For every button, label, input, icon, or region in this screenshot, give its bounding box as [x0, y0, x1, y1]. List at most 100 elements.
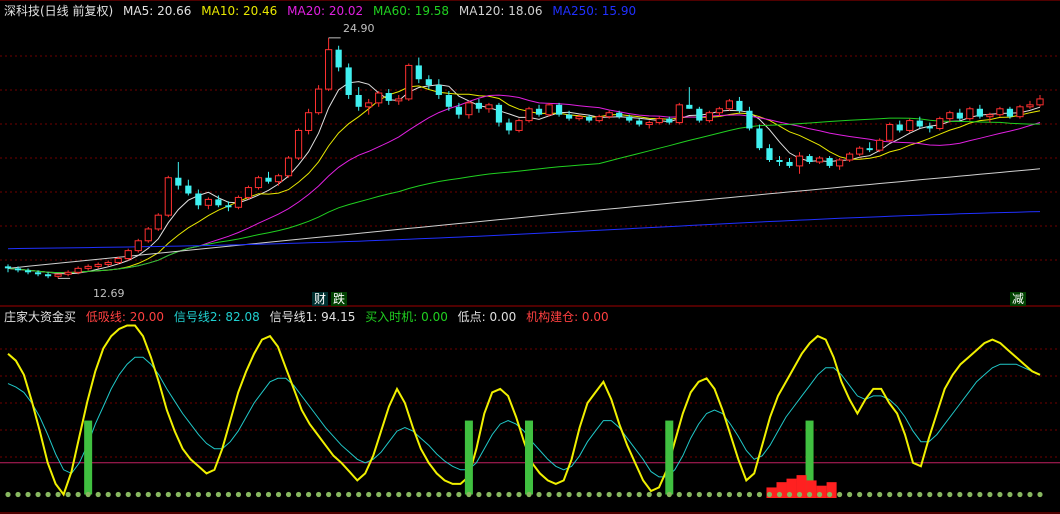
candle-body: [154, 214, 162, 230]
candle-body: [485, 104, 493, 110]
baseline-dot: [736, 491, 743, 498]
candle: [725, 98, 734, 111]
candle-body: [395, 98, 403, 102]
baseline-dot: [1017, 491, 1023, 498]
candle-body: [465, 102, 473, 116]
baseline-dot: [235, 491, 242, 498]
indicator-legend: 庄家大资金买 低吸线: 20.00 信号线2: 82.08 信号线1: 94.1…: [4, 309, 615, 325]
baseline-dot: [867, 491, 873, 498]
main-legend: 深科技(日线 前复权) MA5: 20.66 MA10: 20.46 MA20:…: [4, 3, 642, 19]
candle-body: [505, 122, 513, 131]
candle-body: [666, 118, 673, 123]
candle-body: [996, 108, 1004, 116]
baseline-dot: [806, 491, 813, 498]
ma250-label: MA250: 15.90: [552, 4, 637, 18]
baseline-dot: [15, 491, 21, 498]
candle-body: [936, 118, 944, 129]
candle-body: [34, 272, 42, 275]
baseline-dot: [826, 491, 833, 498]
candle-body: [114, 258, 122, 263]
chart-canvas: [0, 0, 1060, 514]
candle-body: [284, 157, 293, 177]
candle: [996, 106, 1004, 117]
baseline-dot: [776, 491, 783, 498]
candle-body: [756, 128, 763, 149]
candle-body: [254, 177, 263, 189]
baseline-dot: [336, 491, 342, 498]
candle-body: [195, 193, 202, 206]
candle-body: [786, 161, 793, 166]
candle-body: [896, 124, 903, 131]
baseline-dot: [796, 491, 803, 498]
baseline-dot: [756, 491, 763, 498]
candle-body: [736, 100, 743, 111]
candle-body: [636, 120, 643, 125]
candle-body: [274, 175, 283, 183]
baseline-dot: [295, 491, 302, 498]
ma20-label: MA20: 20.02: [287, 4, 364, 18]
baseline-dot: [346, 491, 352, 498]
ma120-label: MA120: 18.06: [458, 4, 543, 18]
baseline-dot: [556, 491, 562, 498]
candle-body: [104, 261, 112, 265]
baseline-dot: [245, 491, 252, 498]
baseline-dot: [376, 491, 382, 498]
signal-line1-label: 信号线1: 94.15: [269, 310, 356, 324]
candle-body: [265, 177, 272, 182]
baseline-dot: [566, 491, 572, 498]
candle-body: [986, 114, 994, 118]
candle-body: [455, 106, 462, 115]
baseline-dot: [816, 491, 823, 498]
candle-body: [325, 49, 333, 90]
candle-body: [746, 110, 753, 129]
candle: [705, 110, 713, 123]
candle: [675, 102, 683, 125]
baseline-dot: [466, 491, 472, 498]
baseline-dot: [115, 491, 121, 498]
candle-body: [815, 157, 824, 163]
candle-body: [976, 108, 983, 117]
candle-body: [425, 79, 432, 86]
candle: [345, 63, 352, 99]
baseline-dot: [606, 491, 612, 498]
candle-body: [215, 199, 222, 206]
event-tag-reduce[interactable]: 减: [1010, 292, 1027, 306]
event-tag-finance[interactable]: 财: [312, 292, 329, 306]
candle-body: [185, 185, 192, 194]
candle-body: [675, 104, 683, 124]
candle-body: [806, 156, 813, 162]
candle-body: [24, 270, 32, 273]
indicator-title[interactable]: 庄家大资金买: [4, 310, 76, 324]
candle-body: [525, 108, 533, 122]
candle-body: [826, 158, 833, 166]
baseline-dot: [716, 491, 722, 498]
baseline-dot: [977, 491, 983, 498]
baseline-dot: [947, 491, 953, 498]
candle-body: [1006, 108, 1014, 117]
baseline-dot: [406, 491, 412, 498]
stock-title[interactable]: 深科技(日线 前复权): [4, 4, 113, 18]
ma5-label: MA5: 20.66: [123, 4, 192, 18]
candle: [284, 156, 293, 178]
candle-body: [14, 268, 22, 271]
buy-timing-bar: [464, 420, 473, 495]
baseline-dot: [987, 491, 993, 498]
baseline-dot: [1037, 491, 1043, 498]
candle: [846, 152, 854, 162]
baseline-dot: [326, 491, 332, 498]
candle-body: [84, 265, 92, 269]
event-tag-drop[interactable]: 跌: [331, 292, 348, 306]
baseline-dot: [897, 491, 903, 498]
baseline-dot: [516, 491, 522, 498]
baseline-dot: [596, 491, 602, 498]
candle-body: [696, 108, 703, 121]
candle-body: [715, 108, 723, 114]
baseline-dot: [666, 491, 672, 498]
baseline-dot: [305, 491, 312, 498]
baseline-dot: [225, 491, 232, 498]
candle-body: [926, 126, 933, 129]
candle-body: [565, 114, 573, 119]
candle-body: [74, 267, 82, 273]
candle-body: [385, 93, 392, 101]
baseline-dot: [45, 491, 51, 498]
